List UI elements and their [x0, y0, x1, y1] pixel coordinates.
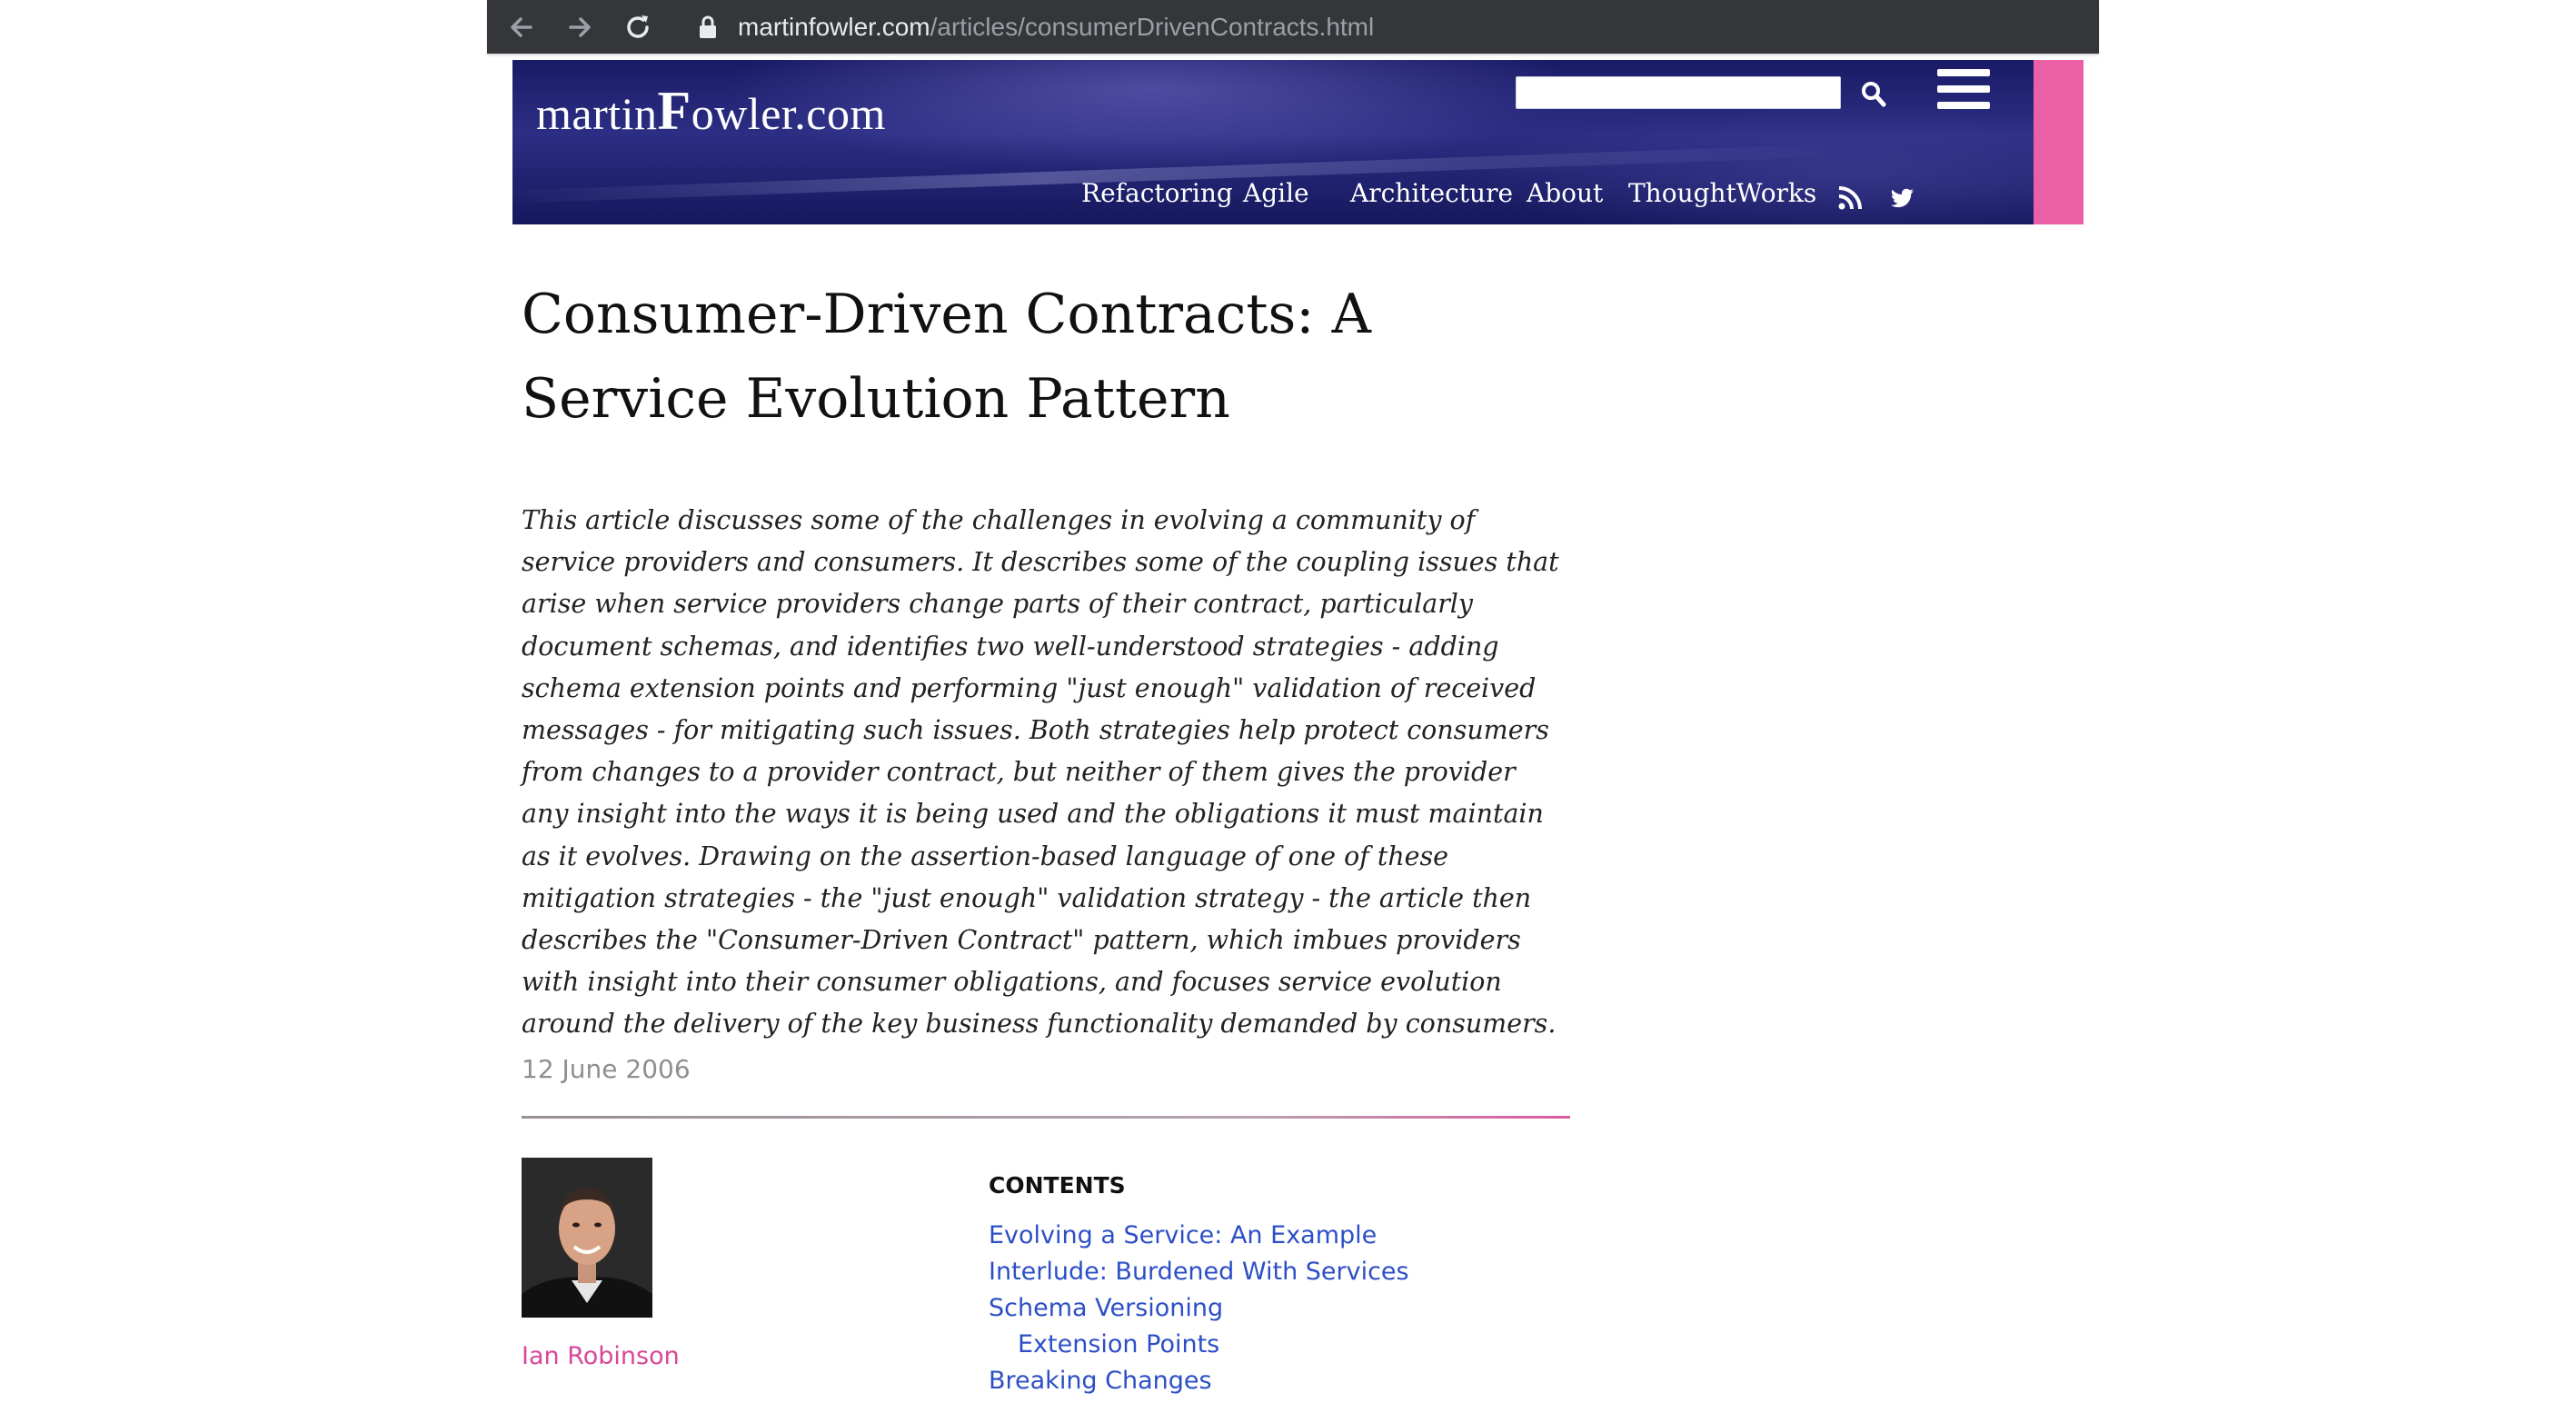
- toc-item: Breaking Changes: [989, 1363, 1409, 1399]
- hamburger-menu-icon[interactable]: [1937, 69, 1990, 114]
- toc-item: Interlude: Burdened With Services: [989, 1254, 1409, 1290]
- back-button[interactable]: [503, 9, 540, 45]
- toc-link[interactable]: Extension Points: [1018, 1330, 1219, 1358]
- reload-icon: [627, 15, 649, 38]
- section-divider: [522, 1116, 1570, 1119]
- site-banner: martinFowler.com Refactoring Agile Archi…: [512, 60, 2034, 224]
- site-logo[interactable]: martinFowler.com: [536, 80, 886, 143]
- logo-text-f: F: [657, 81, 691, 141]
- nav-thoughtworks[interactable]: ThoughtWorks: [1628, 178, 1816, 208]
- toc-link[interactable]: Interlude: Burdened With Services: [989, 1258, 1409, 1286]
- nav-about[interactable]: About: [1527, 178, 1603, 208]
- toc-link[interactable]: Schema Versioning: [989, 1294, 1223, 1322]
- toc-link[interactable]: Breaking Changes: [989, 1367, 1212, 1395]
- nav-agile[interactable]: Agile: [1243, 178, 1309, 208]
- nav-refactoring[interactable]: Refactoring: [1081, 178, 1233, 208]
- url-path: /articles/consumerDrivenContracts.html: [930, 13, 1375, 41]
- lock-icon: [700, 15, 716, 38]
- contents-heading: CONTENTS: [989, 1172, 1126, 1199]
- nav-architecture[interactable]: Architecture: [1350, 178, 1513, 208]
- search-icon[interactable]: [1861, 80, 1886, 107]
- publish-date: 12 June 2006: [522, 1054, 691, 1084]
- toc-item: Schema Versioning: [989, 1290, 1409, 1327]
- rss-icon[interactable]: [1837, 185, 1863, 211]
- arrow-right-icon: [569, 17, 591, 37]
- logo-text-martin: martin: [536, 88, 658, 139]
- author-photo[interactable]: [522, 1158, 652, 1318]
- article-abstract: This article discusses some of the chall…: [522, 505, 1559, 1040]
- author-link[interactable]: Ian Robinson: [522, 1342, 680, 1370]
- url-domain: martinfowler.com: [738, 13, 930, 41]
- reload-button[interactable]: [620, 9, 656, 45]
- toc-subitem: Extension Points: [989, 1327, 1409, 1363]
- accent-bar: [2034, 60, 2084, 224]
- arrow-left-icon: [511, 17, 532, 37]
- toc-item: Evolving a Service: An Example: [989, 1218, 1409, 1254]
- logo-text-owler: owler.com: [691, 88, 886, 139]
- search-input[interactable]: [1516, 76, 1841, 109]
- forward-button[interactable]: [562, 9, 598, 45]
- twitter-icon[interactable]: [1890, 185, 1915, 211]
- browser-toolbar: martinfowler.com/articles/consumerDriven…: [487, 0, 2099, 54]
- address-bar[interactable]: martinfowler.com/articles/consumerDriven…: [738, 11, 1374, 44]
- toc-link[interactable]: Evolving a Service: An Example: [989, 1221, 1377, 1249]
- author-portrait-image: [522, 1158, 652, 1318]
- page-title: Consumer-Driven Contracts: A Service Evo…: [522, 283, 1371, 431]
- table-of-contents: Evolving a Service: An Example Interlude…: [989, 1218, 1409, 1399]
